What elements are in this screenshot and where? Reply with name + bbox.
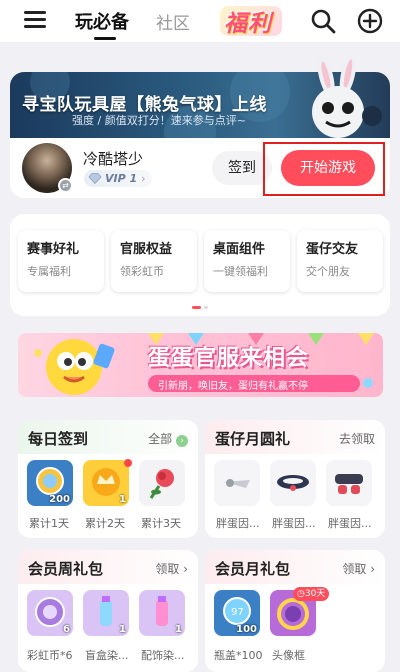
shoes-icon — [335, 474, 363, 494]
item-label: 胖蛋因... — [272, 517, 316, 530]
item-label: 累计3天 — [141, 517, 181, 530]
item-label: 彩虹币*6 — [27, 649, 73, 662]
egg-mascot-icon — [46, 339, 115, 395]
card-title: 会员周礼包 — [28, 560, 104, 578]
tab-essentials[interactable]: 玩必备 — [75, 8, 129, 34]
tile-desktop-widget[interactable]: 桌面组件 一键领福利 — [204, 230, 290, 292]
view-all-link[interactable]: 全部 › — [148, 430, 188, 447]
top-bar — [0, 0, 400, 42]
card-title: 每日签到 — [28, 430, 89, 448]
tile-subtitle: 一键领福利 — [213, 265, 268, 278]
reward-item[interactable]: 1 — [83, 460, 129, 506]
rose-icon — [149, 469, 174, 499]
reward-item[interactable]: 6 — [27, 590, 73, 636]
tile-title: 官服权益 — [120, 242, 173, 257]
claim-link[interactable]: 领取 › — [155, 560, 188, 577]
username: 冷酷塔少 — [83, 150, 144, 168]
tile-subtitle: 领彩虹币 — [120, 265, 164, 278]
hairpin-icon — [224, 479, 250, 488]
chevron-right-icon: › — [176, 435, 188, 447]
gender-badge-icon: ⇄ — [58, 178, 73, 193]
member-monthly-pack-card: 会员月礼包 领取 › 97 100 ◷30天 瓶盖*100 头像框 — [205, 550, 385, 672]
tile-make-friends[interactable]: 蛋仔交友 交个朋友 — [297, 230, 383, 292]
notification-dot — [124, 459, 132, 467]
bunny-mascot-icon — [312, 56, 382, 138]
monthly-gift-card: 蛋仔月圆礼 去领取 胖蛋因... 胖蛋因... 胖蛋因... — [205, 420, 385, 538]
collar-icon — [277, 475, 309, 491]
duration-badge: ◷30天 — [293, 587, 330, 601]
chevron-right-icon: › — [141, 172, 146, 185]
item-label: 胖蛋因... — [328, 517, 372, 530]
reward-item[interactable]: 1 — [139, 590, 185, 636]
reward-item[interactable] — [214, 460, 260, 506]
menu-icon[interactable] — [24, 11, 46, 29]
claim-link[interactable]: 领取 › — [342, 560, 375, 577]
vip-level: VIP 1 — [105, 172, 138, 185]
tile-subtitle: 交个朋友 — [306, 265, 350, 278]
claim-link[interactable]: 去领取 — [339, 430, 375, 447]
page-indicator-active — [192, 306, 201, 309]
tile-title: 赛事好礼 — [27, 242, 80, 257]
banner-subtitle: 强度 / 颜值双打分！速来参与点评~ — [72, 114, 246, 127]
item-label: 瓶盖*100 — [214, 649, 263, 662]
promo-title: 蛋蛋官服来相会 — [148, 346, 310, 371]
item-label: 胖蛋因... — [216, 517, 260, 530]
clock-icon: ◷ — [297, 589, 305, 599]
tile-subtitle: 专属福利 — [27, 265, 71, 278]
svg-text:97: 97 — [231, 607, 244, 618]
promo-subtitle: 引新朋，唤旧友，蛋归有礼赢不停 — [158, 381, 308, 392]
search-icon[interactable] — [310, 8, 336, 34]
reward-item[interactable]: 97 100 — [214, 590, 260, 636]
card-title: 蛋仔月圆礼 — [215, 430, 291, 448]
reward-item[interactable]: 200 — [27, 460, 73, 506]
tile-official-rights[interactable]: 官服权益 领彩虹币 — [111, 230, 197, 292]
item-label: 头像框 — [272, 649, 305, 662]
item-label: 累计1天 — [29, 517, 69, 530]
tile-title: 蛋仔交友 — [306, 242, 359, 257]
item-label: 盲盒染... — [85, 649, 129, 662]
page-indicator — [204, 306, 208, 309]
daily-signin-card: 每日签到 全部 › 200 1 累计1天 累计2天 累计3天 — [18, 420, 198, 538]
tile-events[interactable]: 赛事好礼 专属福利 — [18, 230, 104, 292]
welfare-logo[interactable]: 福利 — [224, 4, 272, 38]
diamond-icon — [88, 173, 102, 184]
member-weekly-pack-card: 会员周礼包 领取 › 6 1 1 彩虹币*6 盲盒染... 配饰染... — [18, 550, 198, 672]
card-title: 会员月礼包 — [215, 560, 291, 578]
tab-community[interactable]: 社区 — [156, 9, 190, 34]
reward-item[interactable] — [139, 460, 185, 506]
reward-item[interactable] — [270, 460, 316, 506]
add-icon[interactable] — [357, 8, 383, 34]
start-game-button[interactable]: 开始游戏 — [281, 150, 375, 186]
item-label: 配饰染... — [141, 649, 185, 662]
item-label: 累计2天 — [85, 517, 125, 530]
tile-title: 桌面组件 — [213, 242, 266, 257]
vip-badge[interactable]: VIP 1 › — [84, 170, 152, 187]
tab-active-indicator — [94, 37, 116, 40]
reward-item[interactable]: 1 — [83, 590, 129, 636]
reward-item[interactable] — [326, 460, 372, 506]
